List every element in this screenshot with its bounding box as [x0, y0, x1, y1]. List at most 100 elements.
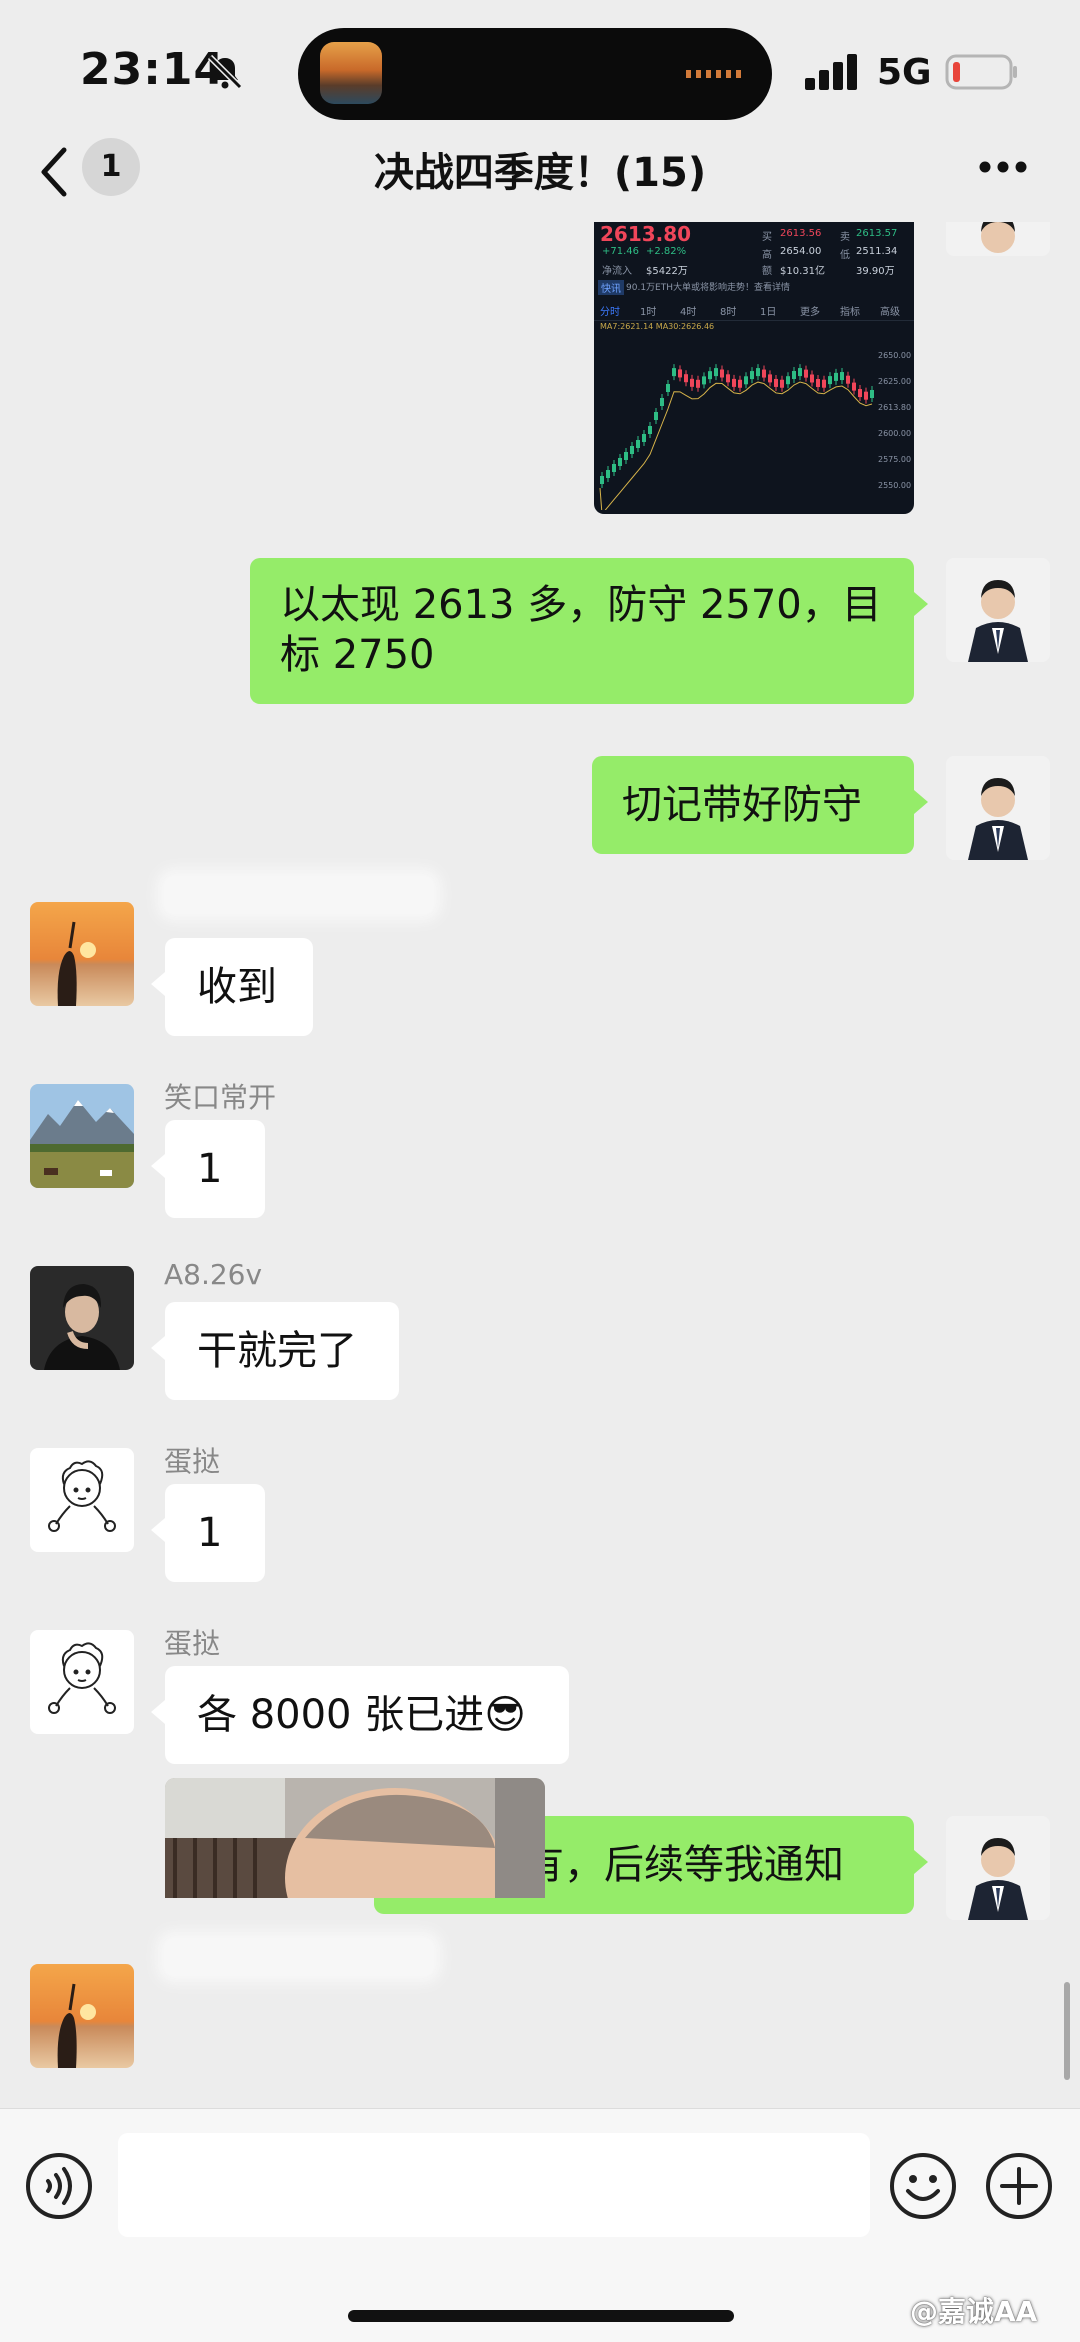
candle-body: [792, 370, 796, 379]
dynamic-island[interactable]: [298, 28, 772, 120]
chart-tab: 4时: [680, 307, 697, 318]
chart-tab: 高级: [880, 307, 900, 318]
candle-body: [870, 390, 874, 399]
member-avatar[interactable]: [30, 1448, 134, 1552]
audio-wave-icon: [686, 70, 744, 78]
scroll-indicator[interactable]: [1064, 1982, 1070, 2080]
chart-tab: 1时: [640, 307, 657, 318]
candle-body: [744, 376, 748, 385]
candle-body: [678, 369, 682, 378]
candle-body: [684, 374, 688, 383]
inflow-value: $5422万: [646, 266, 688, 277]
candle-body: [618, 458, 622, 466]
message-bubble[interactable]: 切记带好防守: [592, 756, 928, 854]
low-value: 2511.34: [856, 246, 898, 257]
candle-body: [780, 379, 784, 388]
candle-body: [630, 446, 634, 454]
candle-body: [714, 368, 718, 377]
member-avatar[interactable]: [30, 1964, 134, 2068]
amount-label: 额: [762, 266, 772, 277]
y-tick-label: 2625.00: [878, 377, 911, 386]
sender-name: 笑口常开: [164, 1081, 277, 1114]
watermark: @嘉诚AA: [910, 2295, 1038, 2328]
candle-body: [660, 398, 664, 406]
baby-photo: [165, 1778, 545, 1898]
battery-low-icon: [945, 54, 1017, 90]
media-thumbnail: [320, 42, 382, 104]
status-time: 23:14: [80, 44, 226, 95]
stock-chart-image-message[interactable]: 2613.80 买 2613.56 卖 2613.57 +71.46 +2.82…: [594, 222, 914, 514]
news-tag: 快讯: [598, 280, 624, 295]
member-avatar[interactable]: [30, 1084, 134, 1188]
y-tick-label: 2550.00: [878, 481, 911, 490]
candle-body: [846, 375, 850, 384]
candle-body: [726, 374, 730, 383]
chart-tab: 指标: [840, 307, 860, 318]
candle-body: [654, 412, 658, 420]
chat-title: 决战四季度！(15): [373, 150, 707, 196]
chat-header: 1 决战四季度！(15): [0, 130, 1080, 222]
chart-tab: 更多: [800, 307, 820, 318]
candle-body: [702, 376, 706, 385]
inflow-label: 净流入: [602, 266, 632, 277]
member-avatar[interactable]: [30, 1630, 134, 1734]
y-tick-label: 2650.00: [878, 351, 911, 360]
my-avatar[interactable]: [946, 1816, 1050, 1920]
home-indicator[interactable]: [348, 2310, 734, 2322]
candle-body: [858, 389, 862, 398]
candle-body: [672, 368, 676, 377]
message-bubble[interactable]: 以太现 2613 多，防守 2570，目标 2750: [250, 558, 928, 704]
candle-body: [762, 369, 766, 378]
status-bar: 23:14 5G: [0, 0, 1080, 130]
photo-message[interactable]: [165, 1778, 545, 1898]
candle-body: [774, 378, 778, 387]
my-avatar[interactable]: [946, 558, 1050, 662]
member-avatar[interactable]: [30, 1266, 134, 1370]
low-label: 低: [840, 250, 850, 261]
buy-value: 2613.56: [780, 228, 822, 239]
candle-body: [606, 470, 610, 478]
candle-body: [822, 379, 826, 388]
message-bubble[interactable]: 1: [151, 1484, 265, 1582]
candle-body: [600, 476, 604, 484]
volume-value: 39.90万: [856, 266, 895, 277]
emoji-icon[interactable]: [888, 2151, 958, 2221]
message-bubble[interactable]: 干就完了: [151, 1302, 399, 1400]
message-bubble[interactable]: 各 8000 张已进😎: [151, 1666, 569, 1764]
candle-body: [756, 368, 760, 377]
candle-body: [768, 374, 772, 383]
candle-body: [642, 434, 646, 442]
voice-icon[interactable]: [24, 2151, 94, 2221]
sell-label: 卖: [840, 232, 850, 243]
moving-average-line: [599, 381, 873, 510]
y-tick-label: 2613.80: [878, 403, 911, 412]
message-bubble[interactable]: 1: [151, 1120, 265, 1218]
my-avatar[interactable]: [946, 756, 1050, 860]
candle-body: [804, 369, 808, 378]
sender-name-obscured: [164, 876, 434, 914]
y-tick-label: 2575.00: [878, 455, 911, 464]
candle-body: [786, 376, 790, 385]
member-avatar[interactable]: [30, 902, 134, 1006]
candle-body: [810, 374, 814, 383]
bell-muted-icon: [207, 54, 243, 90]
my-avatar[interactable]: [946, 222, 1050, 256]
chart-tab: 1日: [760, 307, 777, 318]
candle-body: [690, 378, 694, 387]
message-input[interactable]: [118, 2133, 870, 2237]
candle-body: [834, 372, 838, 381]
high-value: 2654.00: [780, 246, 822, 257]
message-bubble[interactable]: 收到: [151, 938, 313, 1036]
candle-body: [720, 369, 724, 378]
add-icon[interactable]: [984, 2151, 1054, 2221]
candle-body: [840, 372, 844, 381]
change-value: +71.46: [602, 246, 640, 257]
candlestick-chart: 2650.00 2625.00 2613.80 2600.00 2575.00 2550.…: [599, 351, 911, 510]
change-pct: +2.82%: [646, 246, 687, 257]
candle-body: [798, 368, 802, 377]
buy-label: 买: [762, 232, 772, 243]
chart-timeframe-tabs: 分时 1时 4时 8时 1日 更多 指标 高级: [594, 300, 914, 321]
more-dots-icon[interactable]: [978, 160, 1028, 174]
candle-body: [828, 376, 832, 385]
signal-icon: [805, 54, 857, 90]
